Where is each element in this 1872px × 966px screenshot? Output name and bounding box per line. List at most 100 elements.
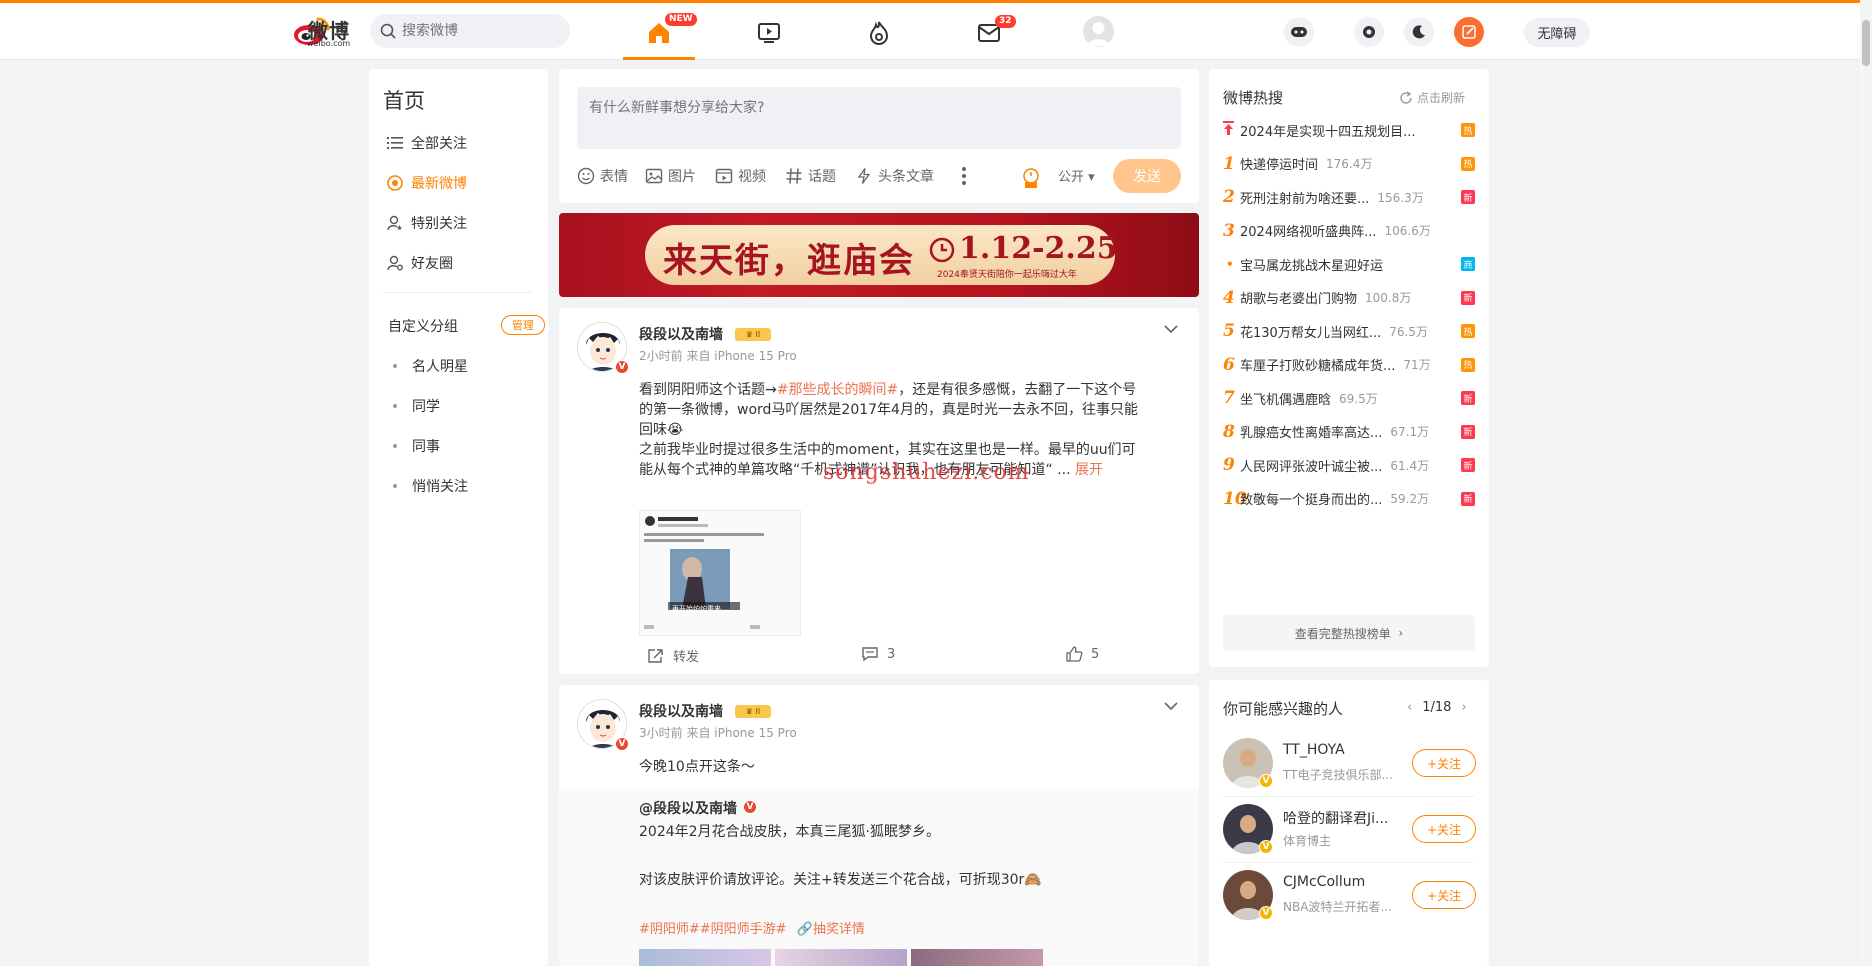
recommend-desc: NBA波特兰开拓者... bbox=[1283, 900, 1392, 914]
banner-title: 来天街，逛庙会 bbox=[663, 241, 915, 281]
page-scrollbar[interactable] bbox=[1860, 0, 1872, 966]
home-new-badge: NEW bbox=[665, 13, 697, 26]
post-image[interactable]: 再开始炉炉重来 bbox=[639, 510, 801, 636]
hot-search-item[interactable]: 7 坐飞机偶遇鹿晗 69.5万 新 bbox=[1223, 388, 1475, 408]
recommend-name[interactable]: TT_HOYA bbox=[1283, 742, 1345, 758]
game-button[interactable] bbox=[1284, 17, 1314, 47]
tool-article[interactable]: 头条文章 bbox=[855, 166, 934, 186]
chevron-down-icon[interactable] bbox=[1163, 701, 1179, 711]
post-meta: 3小时前 来自 iPhone 15 Pro bbox=[639, 726, 797, 740]
gear-icon bbox=[1363, 26, 1375, 38]
quoted-author[interactable]: @段段以及南墙 bbox=[639, 798, 737, 818]
hot-search-item[interactable]: 10 致敬每一个挺身而出的... 59.2万 新 bbox=[1223, 489, 1475, 509]
search-box[interactable] bbox=[370, 14, 570, 48]
post-author-name[interactable]: 段段以及南墙 bbox=[639, 701, 723, 721]
chevron-down-icon[interactable] bbox=[1163, 324, 1179, 334]
follow-button[interactable]: +关注 bbox=[1412, 881, 1476, 909]
hot-search-item[interactable]: 1 快递停运时间 176.4万 热 bbox=[1223, 154, 1475, 174]
settings-button[interactable] bbox=[1354, 17, 1384, 47]
tool-topic[interactable]: 话题 bbox=[785, 166, 836, 186]
feed-post: V 段段以及南墙 ♛ II 3小时前 来自 iPhone 15 Pro 今晚10… bbox=[559, 685, 1199, 966]
prev-page-icon[interactable]: ‹ bbox=[1407, 700, 1412, 715]
hot-search-item[interactable]: 6 车厘子打败砂糖橘成年货... 71万 热 bbox=[1223, 355, 1475, 375]
sidebar-item-all-follow[interactable]: 全部关注 bbox=[387, 133, 467, 153]
view-full-hot-search-button[interactable]: 查看完整热搜榜单 › bbox=[1223, 615, 1475, 651]
topic-link[interactable]: #阴阳师##阴阳师手游# bbox=[639, 922, 787, 937]
sidebar-group-classmates[interactable]: 同学 bbox=[393, 396, 440, 416]
tool-emoji[interactable]: 表情 bbox=[577, 166, 628, 186]
like-button[interactable]: 5 bbox=[1065, 646, 1099, 662]
hot-search-item[interactable]: 8 乳腺癌女性离婚率高达... 67.1万 新 bbox=[1223, 422, 1475, 442]
user-avatar[interactable] bbox=[1083, 16, 1114, 47]
hot-search-tag: 热 bbox=[1461, 324, 1475, 338]
tool-more[interactable] bbox=[961, 166, 972, 186]
lottery-link[interactable]: 🔗抽奖详情 bbox=[797, 922, 865, 937]
nav-home[interactable]: NEW bbox=[639, 13, 697, 53]
dark-mode-button[interactable] bbox=[1404, 17, 1434, 47]
manage-groups-button[interactable]: 管理 bbox=[501, 315, 545, 335]
sidebar-group-colleagues[interactable]: 同事 bbox=[393, 436, 440, 456]
hot-search-item[interactable]: 5 花130万帮女儿当网红... 76.5万 热 bbox=[1223, 321, 1475, 341]
refresh-button[interactable]: 点击刷新 bbox=[1399, 89, 1465, 106]
hot-search-rank: 9 bbox=[1223, 455, 1235, 475]
hot-search-tag: 热 bbox=[1461, 357, 1475, 372]
accessibility-button[interactable]: 无障碍 bbox=[1524, 18, 1590, 47]
sidebar-item-friends[interactable]: 好友圈 bbox=[387, 253, 453, 273]
sidebar-item-latest[interactable]: 最新微博 bbox=[387, 173, 467, 193]
hot-search-rank: 3 bbox=[1223, 220, 1235, 241]
hot-search-item[interactable]: 2 死刑注射前为啥还要... 156.3万 新 bbox=[1223, 187, 1475, 207]
recommend-divider bbox=[1223, 862, 1475, 863]
follow-button[interactable]: +关注 bbox=[1412, 815, 1476, 843]
follow-button[interactable]: +关注 bbox=[1412, 749, 1476, 777]
like-count: 5 bbox=[1091, 646, 1100, 662]
quoted-image[interactable] bbox=[639, 949, 771, 966]
nav-video[interactable] bbox=[749, 13, 789, 53]
sidebar-group-celebrities[interactable]: 名人明星 bbox=[393, 356, 468, 376]
visibility-select[interactable]: 公开 ▾ bbox=[1058, 166, 1095, 185]
repost-button[interactable]: 转发 bbox=[647, 646, 699, 665]
recommend-name[interactable]: 哈登的翻译君Ji... bbox=[1283, 808, 1388, 828]
sidebar-group-secret-follow[interactable]: 悄悄关注 bbox=[393, 476, 468, 496]
quoted-image[interactable] bbox=[911, 949, 1043, 966]
tool-image[interactable]: 图片 bbox=[645, 166, 696, 186]
compose-button[interactable] bbox=[1454, 17, 1484, 47]
mail-count-badge: 32 bbox=[995, 15, 1016, 28]
recommend-name[interactable]: CJMcCollum bbox=[1283, 874, 1365, 890]
search-input[interactable] bbox=[402, 14, 562, 48]
nav-hot[interactable] bbox=[859, 13, 899, 53]
clock-icon bbox=[929, 237, 955, 263]
post-text-line: 之前我毕业时提过很多生活中的moment，其实在这里也是一样。最早的uu们可 bbox=[639, 442, 1136, 458]
hot-search-item[interactable]: 9 人民网评张波叶诚尘被... 61.4万 新 bbox=[1223, 455, 1475, 475]
comment-button[interactable]: 3 bbox=[861, 646, 895, 662]
topic-link[interactable]: #那些成长的瞬间# bbox=[777, 382, 898, 398]
hot-search-count: 59.2万 bbox=[1390, 492, 1430, 506]
next-page-icon[interactable]: › bbox=[1461, 700, 1466, 715]
tool-video[interactable]: 视频 bbox=[715, 166, 766, 186]
expand-link[interactable]: 展开 bbox=[1075, 462, 1103, 478]
hot-search-count: 69.5万 bbox=[1339, 391, 1378, 406]
verified-badge: V bbox=[1259, 906, 1273, 920]
composer-input[interactable] bbox=[577, 87, 1181, 149]
timer-icon bbox=[1023, 168, 1039, 188]
post-author-name[interactable]: 段段以及南墙 bbox=[639, 324, 723, 344]
hot-search-item[interactable]: 4 胡歌与老婆出门购物 100.8万 新 bbox=[1223, 288, 1475, 308]
sidebar-item-special-follow[interactable]: 特别关注 bbox=[387, 213, 467, 233]
hot-search-count: 76.5万 bbox=[1389, 324, 1428, 339]
scrollbar-thumb[interactable] bbox=[1862, 20, 1870, 66]
quoted-image[interactable] bbox=[775, 949, 907, 966]
hot-search-item[interactable]: 3 2024网络视听盛典阵... 106.6万 bbox=[1223, 221, 1475, 241]
recommend-person: V CJMcCollum NBA波特兰开拓者... +关注 bbox=[1223, 868, 1476, 924]
quoted-text-line: 对该皮肤评价请放评论。关注+转发送三个花合战，可折现30r🙈 bbox=[639, 872, 1042, 888]
nav-messages[interactable]: 32 bbox=[969, 13, 1016, 53]
hot-search-title: 车厘子打败砂糖橘成年货... bbox=[1240, 359, 1396, 374]
banner-date: 1.12-2.25 bbox=[959, 231, 1118, 266]
send-button[interactable]: 发送 bbox=[1113, 159, 1181, 193]
hot-search-item[interactable]: • 宝马属龙挑战木星迎好运 商 bbox=[1223, 254, 1475, 274]
hot-search-item[interactable]: 2024年是实现十四五规划目... 热 bbox=[1223, 120, 1475, 140]
tool-label: 视频 bbox=[738, 169, 766, 185]
quoted-post[interactable]: @段段以及南墙 V 2024年2月花合战皮肤，本真三尾狐·狐眠梦乡。 对该皮肤评… bbox=[559, 789, 1199, 966]
schedule-post-button[interactable] bbox=[1021, 166, 1046, 188]
tool-label: 图片 bbox=[668, 169, 696, 185]
hot-search-rank: 2 bbox=[1223, 187, 1235, 207]
promo-banner[interactable]: 来天街，逛庙会 1.12-2.25 2024奉贤天街陪你一起乐嗨过大年 bbox=[559, 213, 1199, 297]
